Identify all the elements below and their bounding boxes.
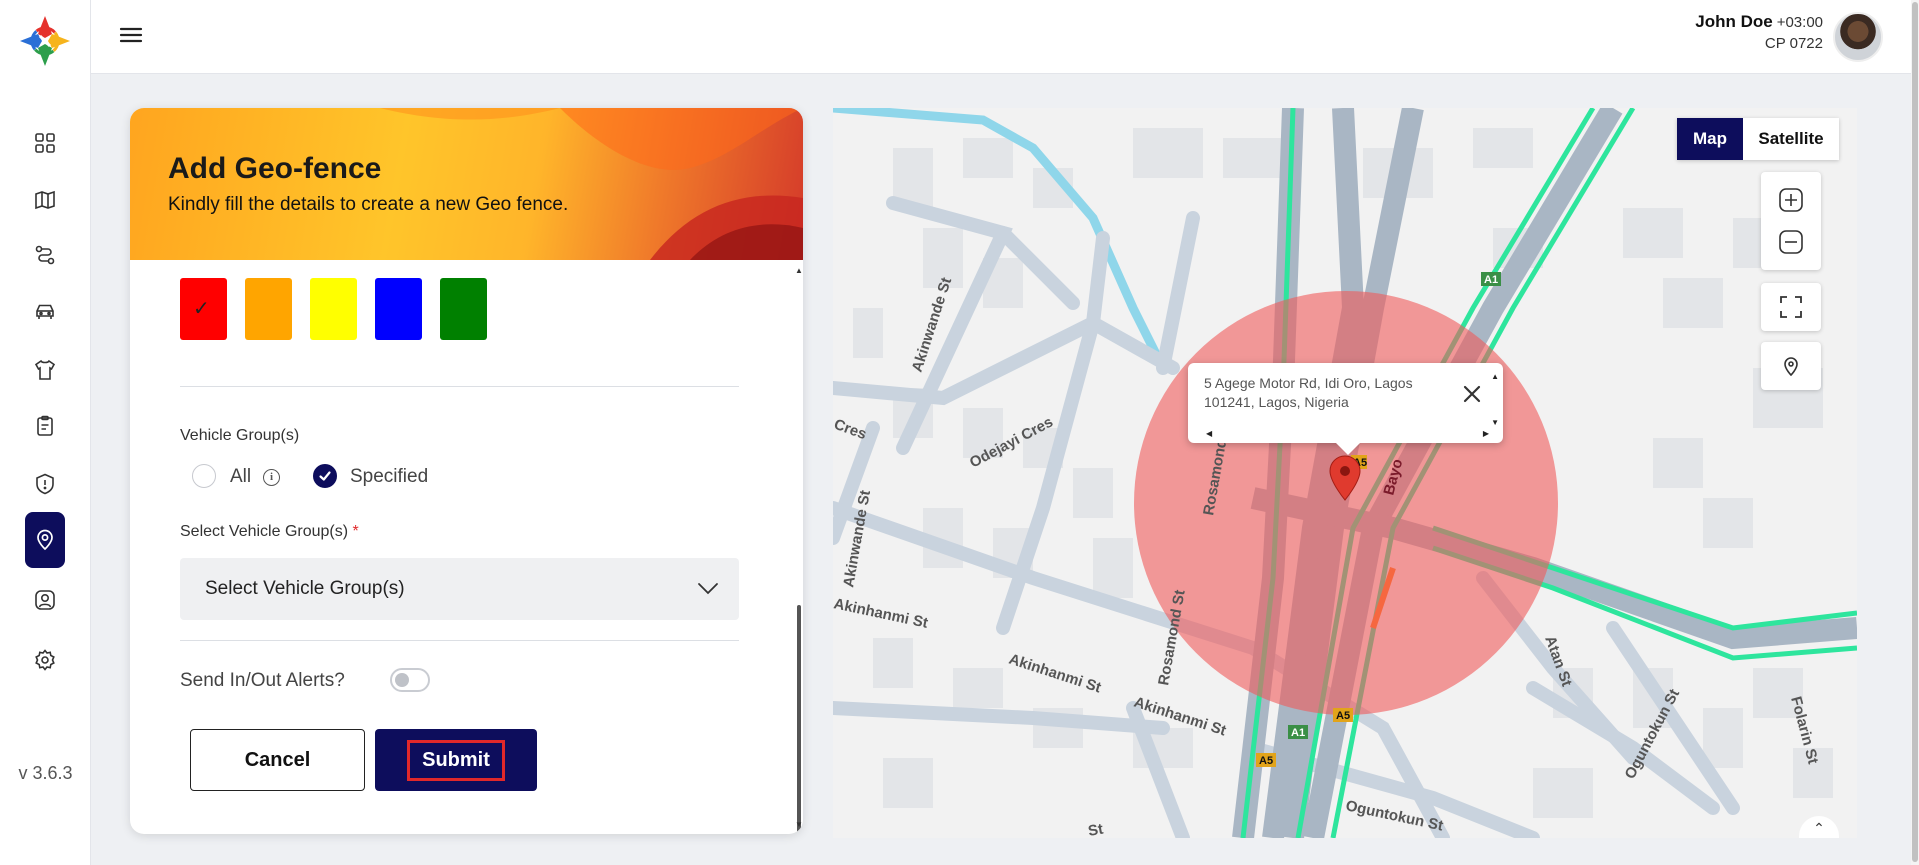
sidebar-item-dashboard[interactable] [25, 123, 65, 163]
scroll-up-icon[interactable]: ▲ [795, 266, 803, 275]
divider [180, 640, 739, 641]
zoom-out-icon[interactable] [1777, 228, 1805, 256]
color-swatch[interactable]: ✓ [180, 278, 227, 340]
panel-subtitle: Kindly fill the details to create a new … [168, 194, 569, 215]
sidebar: v 3.6.3 [0, 0, 91, 865]
radio-specified-label: Specified [350, 466, 429, 487]
geofence-icon [37, 529, 53, 551]
avatar[interactable] [1833, 12, 1883, 62]
submit-label: Submit [407, 739, 505, 781]
check-icon [319, 471, 331, 481]
logo-icon [20, 16, 70, 66]
panel-scrollbar[interactable]: ▲ ▼ [794, 260, 803, 834]
info-scroll-up-icon[interactable]: ▲ [1491, 372, 1499, 381]
color-swatch[interactable] [375, 278, 422, 340]
fullscreen-icon [1780, 296, 1802, 318]
app-version: v 3.6.3 [18, 763, 73, 783]
radio-specified[interactable] [313, 464, 337, 488]
info-window-address: 5 Agege Motor Rd, Idi Oro, Lagos 101241,… [1204, 375, 1413, 410]
street-label: Folarin St [1787, 695, 1821, 766]
sidebar-item-geofence[interactable] [25, 512, 65, 568]
alert-icon [36, 473, 54, 495]
sidebar-item-map[interactable] [25, 180, 65, 220]
road-shield: A5 [1259, 755, 1273, 767]
street-label: Cres [833, 416, 869, 443]
map-view[interactable]: Akinwande St Odejayi Cres Akinwande St A… [833, 108, 1857, 838]
info-scroll-down-icon[interactable]: ▼ [1491, 418, 1499, 427]
scroll-thumb[interactable] [797, 605, 801, 834]
car-icon [36, 304, 54, 319]
info-scroll-left-icon[interactable]: ◀ [1206, 429, 1212, 438]
user-icon [35, 590, 55, 610]
panel-banner: Add Geo-fence Kindly fill the details to… [130, 108, 803, 260]
sidebar-item-users[interactable] [25, 580, 65, 620]
fullscreen-button[interactable] [1761, 283, 1821, 331]
sidebar-item-vehicles[interactable] [25, 292, 65, 332]
color-swatch[interactable] [310, 278, 357, 340]
submit-button[interactable]: Submit [375, 729, 537, 791]
alerts-toggle[interactable] [390, 668, 430, 692]
zoom-in-icon[interactable] [1777, 186, 1805, 214]
color-swatch[interactable] [245, 278, 292, 340]
select-label-text: Select Vehicle Group(s) [180, 523, 349, 540]
zoom-controls [1761, 172, 1821, 270]
select-placeholder: Select Vehicle Group(s) [205, 578, 405, 599]
map-info-window: 5 Agege Motor Rd, Idi Oro, Lagos 101241,… [1188, 363, 1503, 455]
vehicle-groups-select[interactable]: Select Vehicle Group(s) [180, 558, 739, 620]
scroll-down-icon[interactable]: ▼ [795, 820, 803, 829]
street-label: Akinhanmi St [833, 595, 929, 632]
sidebar-item-routes[interactable] [25, 235, 65, 275]
panel-title: Add Geo-fence [168, 152, 382, 185]
info-window-tail [1336, 443, 1360, 455]
page-scrollbar[interactable] [1911, 0, 1919, 865]
sidebar-item-alerts[interactable] [25, 464, 65, 504]
vehicle-groups-label: Vehicle Group(s) [180, 427, 300, 444]
user-code: CP 0722 [1764, 35, 1823, 52]
map-icon [35, 190, 55, 210]
select-vehicle-groups-label: Select Vehicle Group(s) * [180, 523, 359, 541]
info-icon[interactable]: i [263, 469, 280, 486]
road-shield: A5 [1336, 710, 1350, 722]
toggle-knob [395, 673, 409, 687]
sidebar-item-settings[interactable] [25, 640, 65, 680]
route-icon [35, 245, 55, 265]
hamburger-menu-icon[interactable] [117, 22, 145, 48]
road-shield: A1 [1291, 727, 1305, 739]
shirt-icon [34, 359, 56, 380]
add-geofence-panel: Add Geo-fence Kindly fill the details to… [130, 108, 803, 834]
dashboard-icon [35, 133, 55, 153]
radio-all-label: All [230, 466, 252, 487]
radio-all[interactable] [192, 464, 216, 488]
divider [180, 386, 739, 387]
cancel-button[interactable]: Cancel [190, 729, 365, 791]
my-location-button[interactable] [1761, 342, 1821, 390]
map-marker-icon[interactable] [1328, 455, 1362, 501]
location-pin-icon [1784, 357, 1798, 377]
top-header: John Doe +03:00 CP 0722 [91, 0, 1919, 74]
check-icon: ✓ [193, 298, 210, 320]
sidebar-item-reports[interactable] [25, 406, 65, 446]
chevron-down-icon [698, 583, 718, 595]
street-label: St [1087, 821, 1105, 838]
map-type-toggle: Map Satellite [1677, 118, 1839, 160]
user-name: John Doe [1695, 12, 1773, 31]
sidebar-item-drivers[interactable] [25, 350, 65, 390]
map-type-satellite-button[interactable]: Satellite [1743, 118, 1839, 160]
page-scroll-thumb[interactable] [1912, 2, 1918, 862]
road-shield: A1 [1484, 274, 1498, 286]
gear-icon [35, 649, 55, 671]
alerts-label: Send In/Out Alerts? [180, 670, 345, 691]
street-label: Akinhanmi St [1007, 651, 1103, 697]
info-scroll-right-icon[interactable]: ▶ [1483, 429, 1489, 438]
user-info[interactable]: John Doe +03:00 CP 0722 [1695, 12, 1823, 52]
color-swatch[interactable] [440, 278, 487, 340]
required-mark: * [352, 523, 359, 540]
user-timezone: +03:00 [1776, 14, 1823, 31]
close-icon[interactable] [1461, 383, 1483, 405]
clipboard-icon [37, 415, 53, 436]
map-type-map-button[interactable]: Map [1677, 118, 1743, 160]
